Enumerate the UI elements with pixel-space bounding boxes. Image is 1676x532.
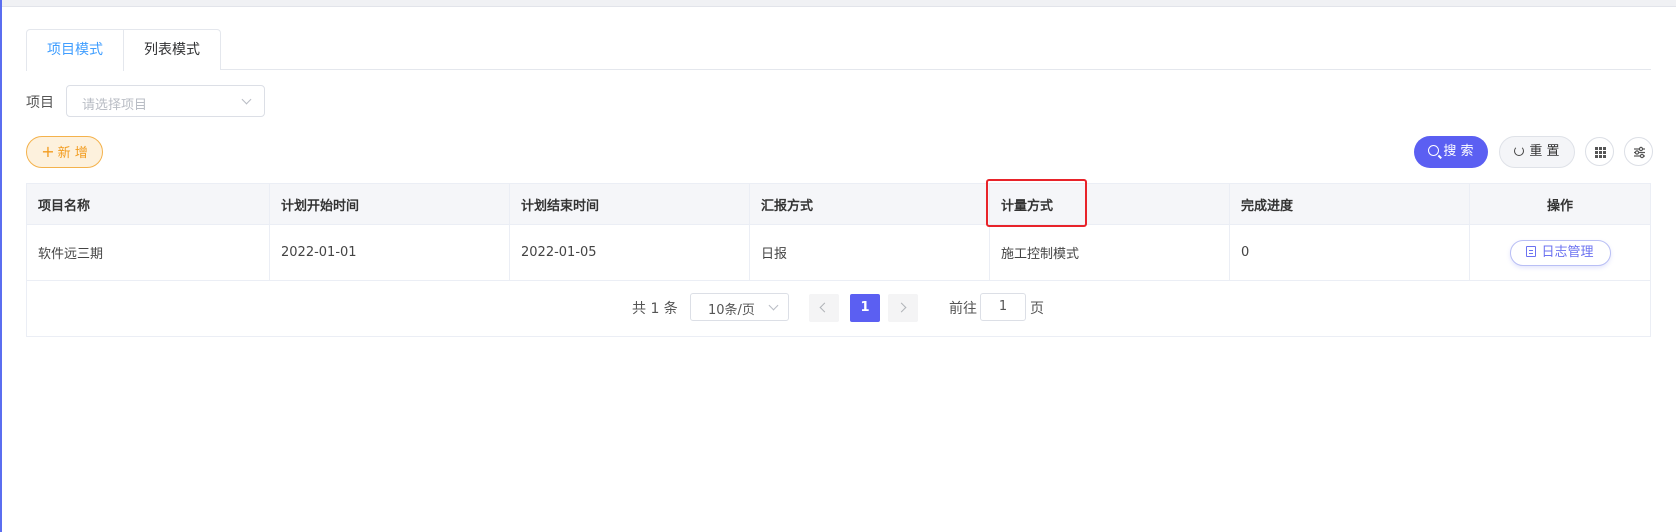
prev-page-button[interactable]	[809, 294, 839, 322]
log-management-button[interactable]: 日志管理	[1509, 239, 1611, 266]
table-header: 项目名称 计划开始时间 计划结束时间 汇报方式 计量方式 完成进度 操作	[27, 184, 1650, 225]
table-row: 软件远三期 2022-01-01 2022-01-05 日报 施工控制模式 0 …	[27, 225, 1650, 281]
cell-progress: 0	[1230, 225, 1470, 280]
chevron-left-icon	[819, 302, 830, 313]
goto-label: 前往	[949, 301, 977, 317]
refresh-icon	[1514, 146, 1525, 156]
header-progress: 完成进度	[1230, 184, 1470, 224]
header-report-method: 汇报方式	[750, 184, 990, 224]
header-plan-end: 计划结束时间	[510, 184, 750, 224]
goto-page-input[interactable]: 1	[980, 293, 1026, 321]
project-select-placeholder: 请选择项目	[82, 98, 148, 113]
cell-actions: 日志管理	[1470, 225, 1650, 280]
column-settings-button[interactable]	[1585, 137, 1614, 166]
sliders-icon	[1634, 146, 1645, 159]
cell-measure-method: 施工控制模式	[990, 225, 1230, 280]
header-actions: 操作	[1546, 198, 1573, 214]
page-number-current[interactable]: 1	[850, 294, 880, 322]
page-size-select[interactable]: 10条/页	[690, 293, 789, 321]
cell-project-name: 软件远三期	[27, 225, 270, 280]
cell-plan-end: 2022-01-05	[510, 225, 750, 280]
next-page-button[interactable]	[888, 294, 918, 322]
header-plan-start: 计划开始时间	[270, 184, 510, 224]
project-select[interactable]: 请选择项目	[66, 85, 265, 117]
add-button[interactable]: + 新 增	[26, 136, 103, 168]
chevron-right-icon	[896, 302, 907, 313]
goto-suffix: 页	[1030, 301, 1044, 317]
project-filter-label: 项目	[26, 95, 54, 111]
top-strip	[2, 0, 1676, 7]
search-button-label: 搜 索	[1443, 144, 1474, 159]
header-project-name: 项目名称	[27, 184, 270, 224]
mode-tabs: 项目模式 列表模式	[26, 29, 1651, 71]
page-size-value: 10条/页	[708, 303, 755, 318]
cell-report-method: 日报	[750, 225, 990, 280]
header-measure-method: 计量方式	[990, 184, 1230, 224]
tab-project-mode[interactable]: 项目模式	[26, 29, 124, 71]
left-edge-bar	[0, 0, 2, 532]
pagination-total: 共 1 条	[632, 301, 678, 317]
add-button-label: 新 增	[57, 146, 88, 161]
document-icon	[1526, 245, 1537, 257]
plus-icon: +	[41, 142, 55, 161]
filter-settings-button[interactable]	[1624, 137, 1653, 166]
log-management-label: 日志管理	[1541, 244, 1594, 260]
grid-icon	[1595, 147, 1606, 158]
chevron-down-icon	[768, 300, 779, 311]
search-icon	[1428, 145, 1440, 156]
search-button[interactable]: 搜 索	[1414, 136, 1488, 168]
cell-plan-start: 2022-01-01	[270, 225, 510, 280]
reset-button[interactable]: 重 置	[1499, 136, 1575, 168]
tab-list-mode[interactable]: 列表模式	[123, 29, 221, 70]
reset-button-label: 重 置	[1529, 144, 1560, 159]
chevron-down-icon	[241, 94, 252, 105]
